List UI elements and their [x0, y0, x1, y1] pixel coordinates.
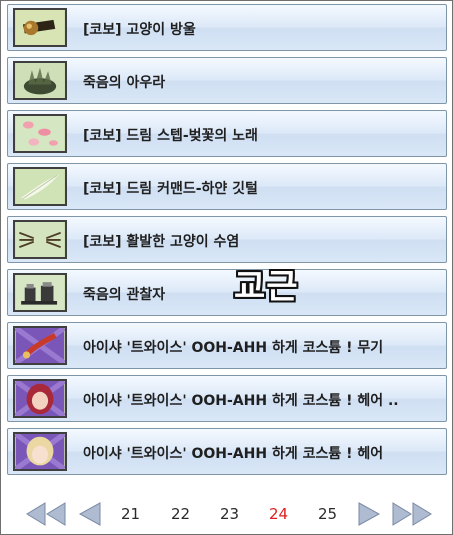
- list-item[interactable]: [코보] 활발한 고양이 수염: [7, 216, 447, 263]
- list-item[interactable]: [코보] 고양이 방울: [7, 4, 447, 51]
- list-item[interactable]: 아이샤 '트와이스' OOH-AHH 하게 코스튬 ! 헤어 ..: [7, 375, 447, 422]
- item-list-panel: [코보] 고양이 방울 죽음의 아우라 [코보] 드림 스텝-벚꽃의 노래 [코…: [0, 0, 453, 535]
- item-label: 아이샤 '트와이스' OOH-AHH 하게 코스튬 ! 무기: [83, 340, 384, 356]
- list-item[interactable]: 아이샤 '트와이스' OOH-AHH 하게 코스튬 ! 헤어: [7, 428, 447, 475]
- overlay-text: 교근: [234, 267, 299, 307]
- white-feather-icon: [13, 167, 67, 206]
- item-label: 아이샤 '트와이스' OOH-AHH 하게 코스튬 ! 헤어: [83, 446, 384, 462]
- cherry-blossom-icon: [13, 114, 67, 153]
- pagination: 21 22 23 24 25: [1, 493, 452, 535]
- list-item[interactable]: [코보] 드림 스텝-벚꽃의 노래: [7, 110, 447, 157]
- list-item[interactable]: 죽음의 아우라: [7, 57, 447, 104]
- cat-whiskers-icon: [13, 220, 67, 259]
- item-label: 아이샤 '트와이스' OOH-AHH 하게 코스튬 ! 헤어 ..: [83, 393, 399, 409]
- first-page-icon[interactable]: [25, 501, 67, 531]
- cat-bell-icon: [13, 8, 67, 47]
- item-label: [코보] 드림 스텝-벚꽃의 노래: [83, 128, 258, 144]
- last-page-icon[interactable]: [391, 501, 433, 531]
- next-page-icon[interactable]: [357, 501, 381, 531]
- page-number[interactable]: 22: [171, 505, 190, 523]
- weapon-costume-icon: [13, 326, 67, 365]
- item-label: [코보] 고양이 방울: [83, 22, 196, 38]
- page-number[interactable]: 25: [318, 505, 337, 523]
- item-label: 죽음의 관찰자: [83, 287, 166, 303]
- list-item[interactable]: 아이샤 '트와이스' OOH-AHH 하게 코스튬 ! 무기: [7, 322, 447, 369]
- item-label: [코보] 드림 커맨드-하얀 깃털: [83, 181, 258, 197]
- page-number[interactable]: 23: [220, 505, 239, 523]
- item-list: [코보] 고양이 방울 죽음의 아우라 [코보] 드림 스텝-벚꽃의 노래 [코…: [7, 4, 447, 481]
- death-observer-icon: [13, 273, 67, 312]
- item-label: 죽음의 아우라: [83, 75, 166, 91]
- item-label: [코보] 활발한 고양이 수염: [83, 234, 240, 250]
- prev-page-icon[interactable]: [78, 501, 102, 531]
- list-item[interactable]: [코보] 드림 커맨드-하얀 깃털: [7, 163, 447, 210]
- page-number-current[interactable]: 24: [269, 505, 288, 523]
- death-aura-icon: [13, 61, 67, 100]
- list-item[interactable]: 죽음의 관찰자: [7, 269, 447, 316]
- page-number[interactable]: 21: [121, 505, 140, 523]
- hair-red-icon: [13, 379, 67, 418]
- hair-blonde-icon: [13, 432, 67, 471]
